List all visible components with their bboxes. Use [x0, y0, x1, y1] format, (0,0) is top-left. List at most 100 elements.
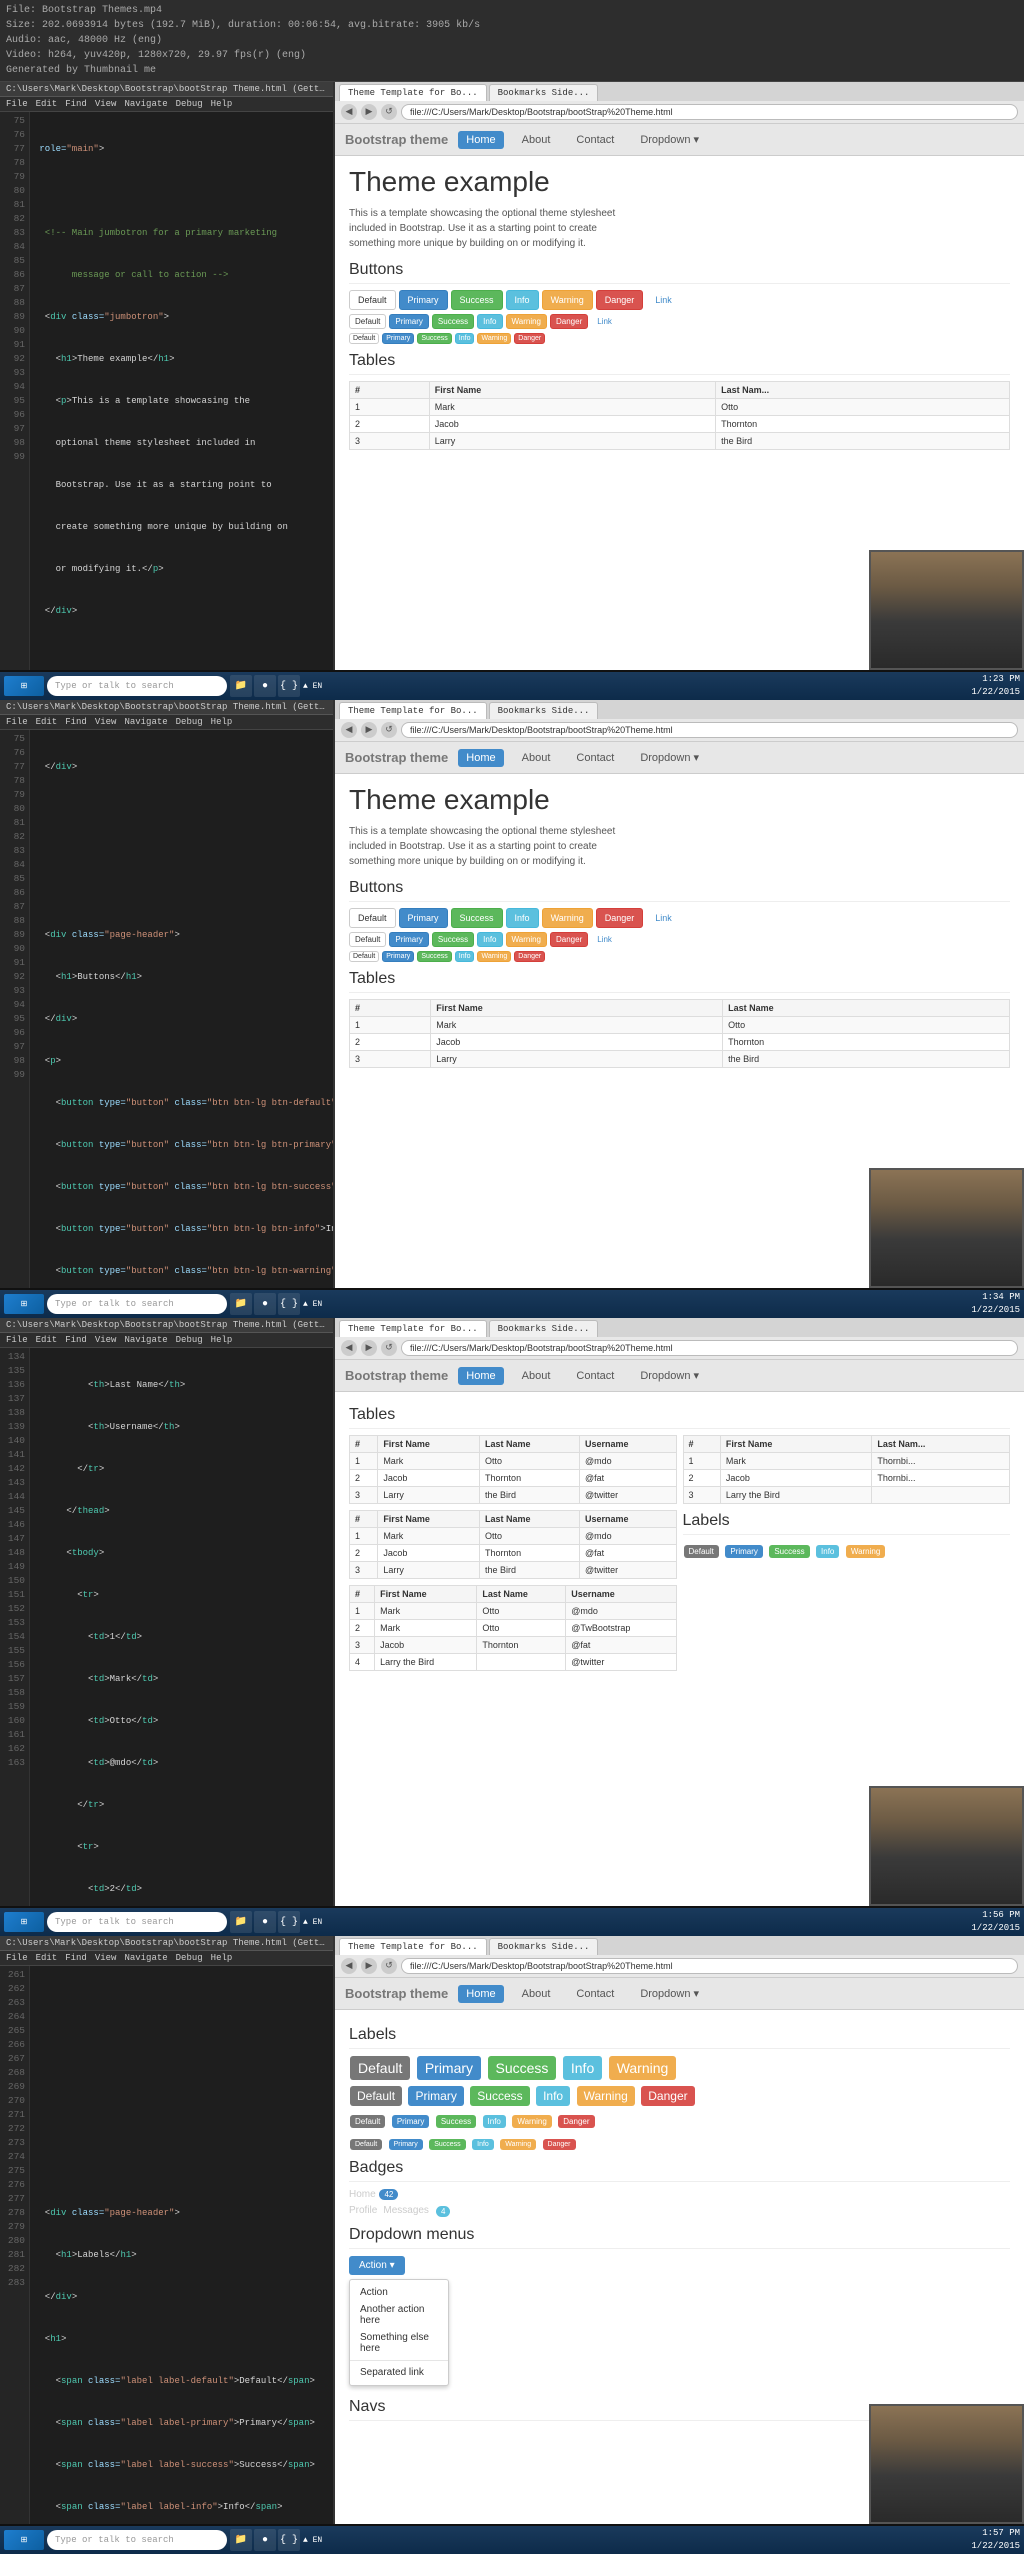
btn-primary-sm-2[interactable]: Primary — [382, 951, 414, 962]
browser-tab-theme-2[interactable]: Theme Template for Bo... — [339, 702, 487, 719]
dropdown-item-something[interactable]: Something else here — [350, 2329, 448, 2357]
btn-info-md-2[interactable]: Info — [477, 932, 502, 947]
btn-warning-md-2[interactable]: Warning — [506, 932, 548, 947]
bs-nav-dropdown-1[interactable]: Dropdown ▾ — [632, 130, 707, 149]
btn-danger-sm-2[interactable]: Danger — [514, 951, 545, 962]
btn-info-2[interactable]: Info — [506, 908, 539, 928]
browser-tab-theme-3[interactable]: Theme Template for Bo... — [339, 1320, 487, 1337]
reload-button-1[interactable]: ↺ — [381, 104, 397, 120]
btn-primary-md-2[interactable]: Primary — [389, 932, 429, 947]
address-bar-4[interactable]: file:///C:/Users/Mark/Desktop/Bootstrap/… — [401, 1958, 1018, 1974]
btn-primary-md-1[interactable]: Primary — [389, 314, 429, 329]
btn-default-lg-1[interactable]: Default — [349, 290, 396, 310]
bs-nav-about-2[interactable]: About — [514, 749, 559, 767]
bs-nav-dropdown-3[interactable]: Dropdown ▾ — [632, 1366, 707, 1385]
taskbar-search-2[interactable]: Type or talk to search — [47, 1294, 227, 1314]
bs-nav-home-3[interactable]: Home — [458, 1367, 503, 1385]
btn-default-md-2[interactable]: Default — [349, 932, 386, 947]
bs-nav-home-1[interactable]: Home — [458, 131, 503, 149]
bs-nav-home-2[interactable]: Home — [458, 749, 503, 767]
forward-button-3[interactable]: ▶ — [361, 1340, 377, 1356]
bs-nav-contact-2[interactable]: Contact — [568, 749, 622, 767]
btn-warning-sm-1[interactable]: Warning — [477, 333, 511, 344]
btn-default-sm-2[interactable]: Default — [349, 951, 379, 962]
address-bar-2[interactable]: file:///C:/Users/Mark/Desktop/Bootstrap/… — [401, 722, 1018, 738]
bs-nav-dropdown-4[interactable]: Dropdown ▾ — [632, 1984, 707, 2003]
address-bar-1[interactable]: file:///C:/Users/Mark/Desktop/Bootstrap/… — [401, 104, 1018, 120]
btn-success-2[interactable]: Success — [451, 908, 503, 928]
btn-link-md-2[interactable]: Link — [591, 932, 618, 947]
btn-link-md-1[interactable]: Link — [591, 314, 618, 329]
forward-button-4[interactable]: ▶ — [361, 1958, 377, 1974]
taskbar-icon-chrome[interactable]: ● — [254, 675, 276, 697]
taskbar-search-4[interactable]: Type or talk to search — [47, 2530, 227, 2550]
taskbar-icon-brackets-2[interactable]: { } — [278, 1293, 300, 1315]
forward-button-1[interactable]: ▶ — [361, 104, 377, 120]
browser-tab-bookmarks-1[interactable]: Bookmarks Side... — [489, 84, 599, 101]
btn-danger-md-1[interactable]: Danger — [550, 314, 588, 329]
btn-default-md-1[interactable]: Default — [349, 314, 386, 329]
reload-button-2[interactable]: ↺ — [381, 722, 397, 738]
browser-tab-bookmarks-2[interactable]: Bookmarks Side... — [489, 702, 599, 719]
bs-nav-about-1[interactable]: About — [514, 131, 559, 149]
btn-warning-2[interactable]: Warning — [542, 908, 593, 928]
bs-nav-contact-4[interactable]: Contact — [568, 1985, 622, 2003]
reload-button-4[interactable]: ↺ — [381, 1958, 397, 1974]
btn-link-lg-1[interactable]: Link — [646, 290, 681, 310]
forward-button-2[interactable]: ▶ — [361, 722, 377, 738]
bs-nav-about-4[interactable]: About — [514, 1985, 559, 2003]
address-bar-3[interactable]: file:///C:/Users/Mark/Desktop/Bootstrap/… — [401, 1340, 1018, 1356]
taskbar-icon-chrome-3[interactable]: ● — [254, 1911, 276, 1933]
bs-nav-contact-3[interactable]: Contact — [568, 1367, 622, 1385]
btn-success-md-1[interactable]: Success — [432, 314, 474, 329]
btn-primary-lg-1[interactable]: Primary — [399, 290, 448, 310]
dropdown-item-separated[interactable]: Separated link — [350, 2364, 448, 2381]
browser-tab-bookmarks-3[interactable]: Bookmarks Side... — [489, 1320, 599, 1337]
taskbar-icon-brackets-4[interactable]: { } — [278, 2529, 300, 2551]
btn-primary-2[interactable]: Primary — [399, 908, 448, 928]
back-button-2[interactable]: ◀ — [341, 722, 357, 738]
reload-button-3[interactable]: ↺ — [381, 1340, 397, 1356]
browser-tab-theme-4[interactable]: Theme Template for Bo... — [339, 1938, 487, 1955]
btn-warning-md-1[interactable]: Warning — [506, 314, 548, 329]
browser-tab-theme-1[interactable]: Theme Template for Bo... — [339, 84, 487, 101]
taskbar-search-1[interactable]: Type or talk to search — [47, 676, 227, 696]
start-button-3[interactable]: ⊞ — [4, 1912, 44, 1932]
btn-info-sm-1[interactable]: Info — [455, 333, 475, 344]
bs-nav-about-3[interactable]: About — [514, 1367, 559, 1385]
bs-nav-home-4[interactable]: Home — [458, 1985, 503, 2003]
start-button-2[interactable]: ⊞ — [4, 1294, 44, 1314]
btn-warning-sm-2[interactable]: Warning — [477, 951, 511, 962]
btn-default-sm-1[interactable]: Default — [349, 333, 379, 344]
taskbar-icon-explorer-3[interactable]: 📁 — [230, 1911, 252, 1933]
dropdown-item-action[interactable]: Action — [350, 2284, 448, 2301]
btn-danger-sm-1[interactable]: Danger — [514, 333, 545, 344]
btn-success-md-2[interactable]: Success — [432, 932, 474, 947]
taskbar-icon-explorer-2[interactable]: 📁 — [230, 1293, 252, 1315]
btn-danger-2[interactable]: Danger — [596, 908, 644, 928]
dropdown-item-another[interactable]: Another action here — [350, 2301, 448, 2329]
back-button-4[interactable]: ◀ — [341, 1958, 357, 1974]
taskbar-search-3[interactable]: Type or talk to search — [47, 1912, 227, 1932]
taskbar-icon-chrome-4[interactable]: ● — [254, 2529, 276, 2551]
taskbar-icon-brackets[interactable]: { } — [278, 675, 300, 697]
taskbar-icon-chrome-2[interactable]: ● — [254, 1293, 276, 1315]
btn-primary-sm-1[interactable]: Primary — [382, 333, 414, 344]
start-button-1[interactable]: ⊞ — [4, 676, 44, 696]
bs-nav-contact-1[interactable]: Contact — [568, 131, 622, 149]
taskbar-icon-explorer-4[interactable]: 📁 — [230, 2529, 252, 2551]
btn-danger-md-2[interactable]: Danger — [550, 932, 588, 947]
btn-success-sm-2[interactable]: Success — [417, 951, 451, 962]
btn-success-lg-1[interactable]: Success — [451, 290, 503, 310]
btn-info-lg-1[interactable]: Info — [506, 290, 539, 310]
btn-danger-lg-1[interactable]: Danger — [596, 290, 644, 310]
btn-success-sm-1[interactable]: Success — [417, 333, 451, 344]
dropdown-action-btn-4[interactable]: Action ▾ — [349, 2256, 405, 2275]
back-button-1[interactable]: ◀ — [341, 104, 357, 120]
start-button-4[interactable]: ⊞ — [4, 2530, 44, 2550]
btn-warning-lg-1[interactable]: Warning — [542, 290, 593, 310]
taskbar-icon-brackets-3[interactable]: { } — [278, 1911, 300, 1933]
btn-info-sm-2[interactable]: Info — [455, 951, 475, 962]
taskbar-icon-explorer[interactable]: 📁 — [230, 675, 252, 697]
browser-tab-bookmarks-4[interactable]: Bookmarks Side... — [489, 1938, 599, 1955]
